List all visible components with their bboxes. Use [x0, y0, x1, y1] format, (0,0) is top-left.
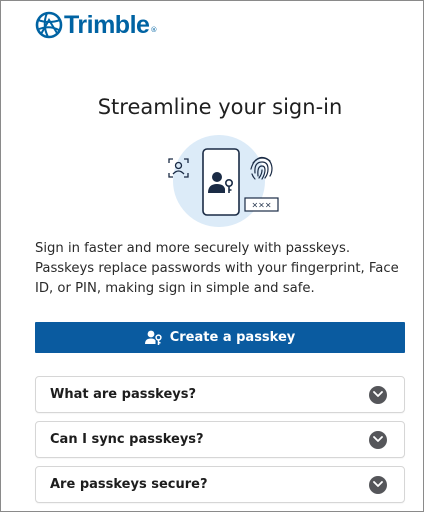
trimble-logo: Trimble ® [35, 11, 157, 39]
faq-are-passkeys-secure[interactable]: Are passkeys secure? [35, 466, 405, 503]
create-passkey-button[interactable]: Create a passkey [35, 322, 405, 353]
faq-label: Can I sync passkeys? [50, 432, 204, 447]
svg-text:×××: ××× [251, 201, 271, 210]
phone-user-key-icon [202, 148, 240, 216]
passkey-description: Sign in faster and more securely with pa… [35, 241, 399, 296]
faq-label: Are passkeys secure? [50, 477, 208, 492]
user-key-icon [144, 330, 162, 345]
chevron-down-icon[interactable] [369, 475, 387, 494]
create-passkey-label: Create a passkey [169, 330, 296, 345]
chevron-down-icon[interactable] [369, 385, 387, 404]
sign-in-panel: Trimble ® Streamline your sign-in ××× Si… [0, 0, 424, 512]
brand-name: Trimble [64, 11, 150, 39]
passkey-illustration: ××× [168, 135, 279, 227]
faq-label: What are passkeys? [50, 387, 197, 402]
chevron-down-icon[interactable] [369, 430, 387, 449]
page-title: Streamline your sign-in [97, 95, 343, 119]
trimble-globe-icon [35, 11, 63, 39]
faq-can-i-sync-passkeys[interactable]: Can I sync passkeys? [35, 421, 405, 458]
pin-entry-icon: ××× [244, 197, 279, 212]
faq-what-are-passkeys[interactable]: What are passkeys? [35, 376, 405, 413]
registered-mark: ® [150, 26, 158, 34]
